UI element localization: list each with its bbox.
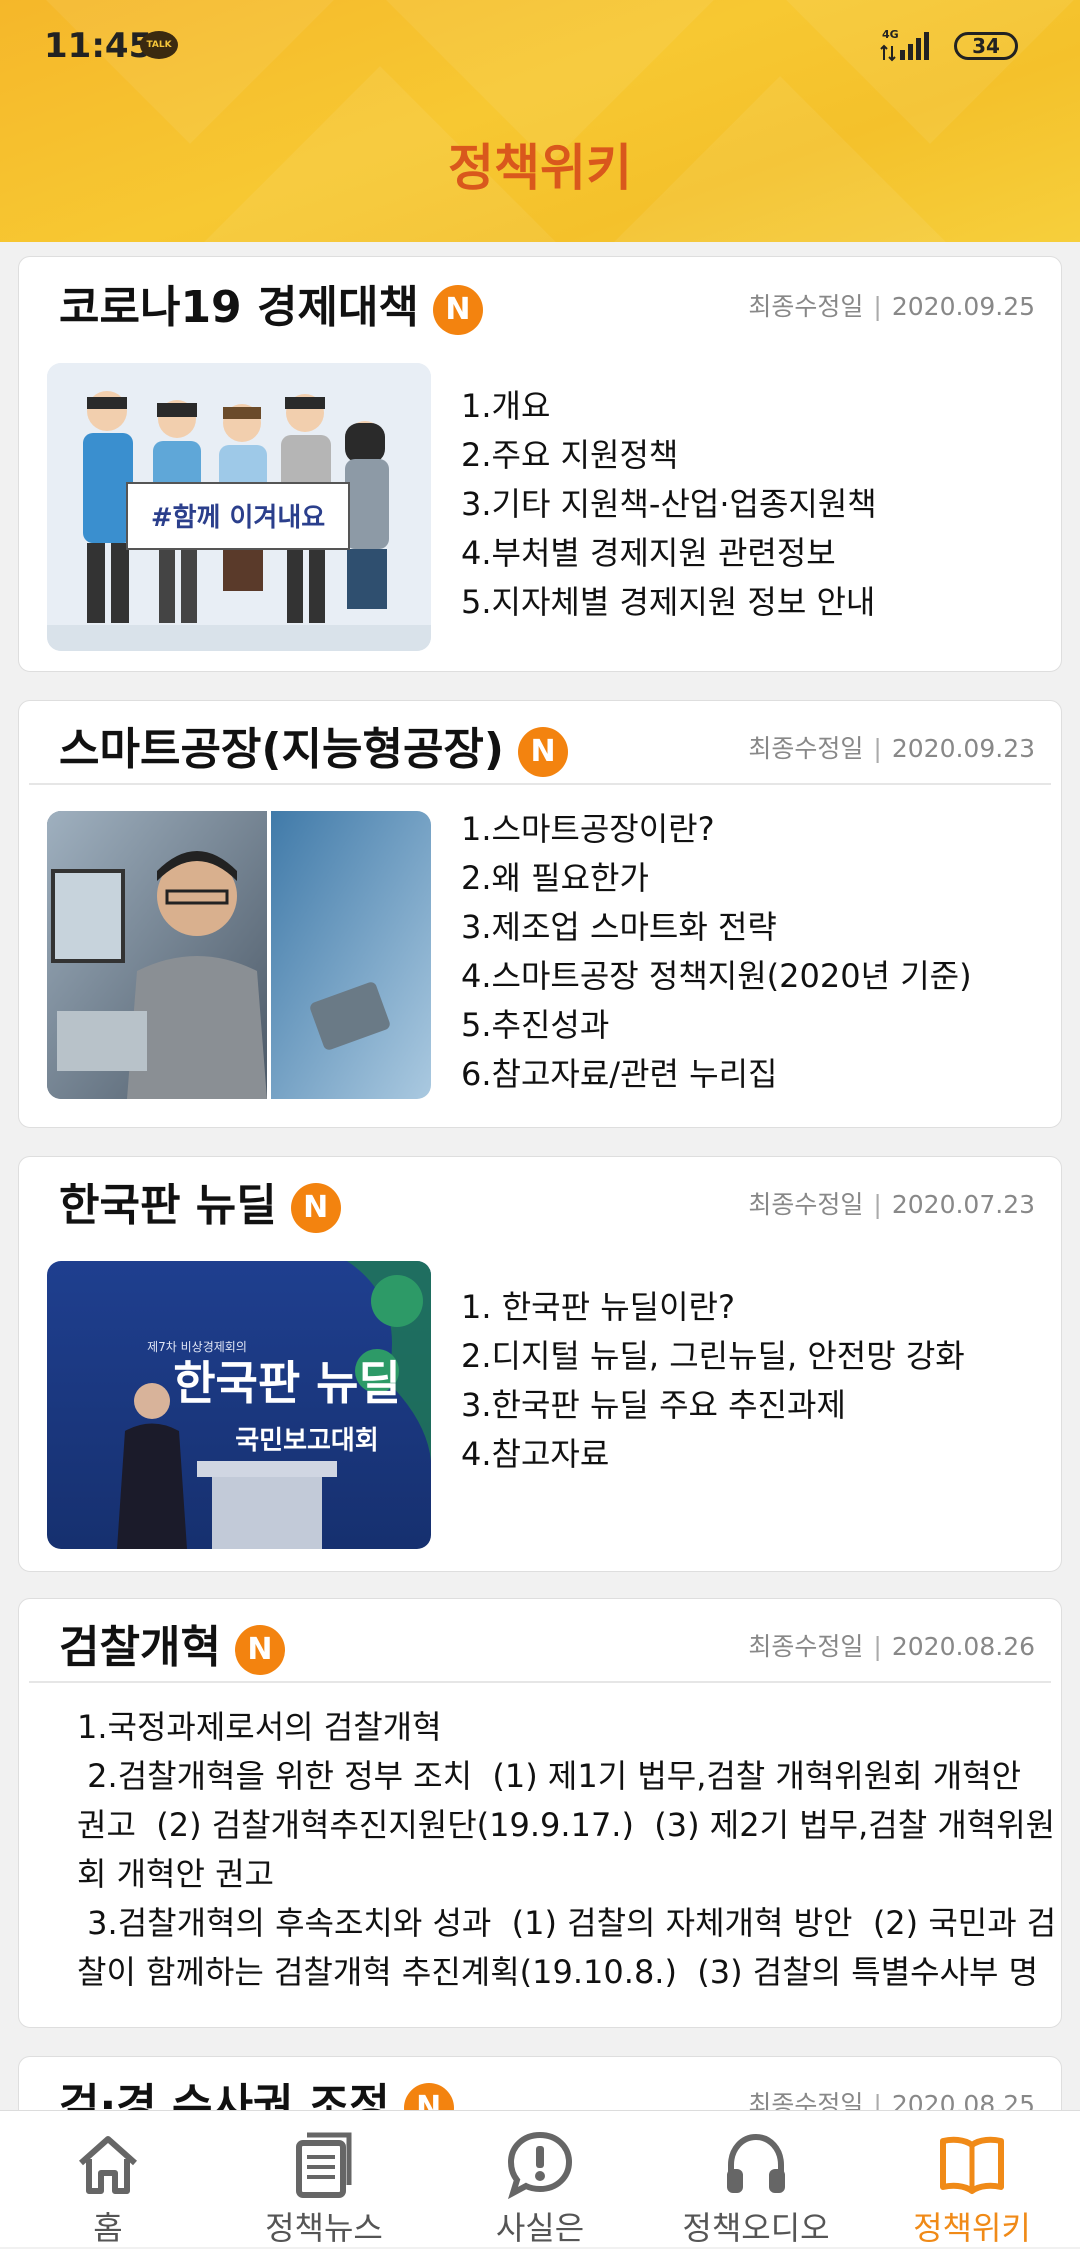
toc-item[interactable]: 1. 한국판 뉴딜이란? [461,1283,965,1332]
toc-item[interactable]: 5.지자체별 경제지원 정보 안내 [461,578,877,627]
thumbnail-caption-small: 제7차 비상경제회의 [147,1340,247,1354]
updated-date: 최종수정일 | 2020.08.26 [748,1632,1035,1661]
page-title: 정책위키 [448,139,632,197]
card-title-text: 검찰개혁 [59,1622,221,1673]
wiki-card[interactable]: 검찰개혁 N 최종수정일 | 2020.08.26 1.국정과제로서의 검찰개혁 2.… [18,1598,1062,2028]
toc-item[interactable]: 4.부처별 경제지원 관련정보 [461,529,877,578]
app-header: 11:45 TALK 4G 34 정책위키 [0,0,1080,242]
battery-indicator: 34 [954,32,1018,60]
svg-text:4G: 4G [882,28,899,41]
headphones-icon [727,2133,785,2193]
card-divider [29,783,1051,785]
summary-line: 회 개혁안 권고 [77,1855,274,1893]
toc-item[interactable]: 1.개요 [461,382,877,431]
news-icon [296,2132,352,2198]
new-badge: N [234,1625,285,1675]
card-title-text: 코로나19 경제대책 [59,282,419,333]
updated-date: 최종수정일 | 2020.09.23 [748,734,1035,763]
alert-icon [507,2131,573,2199]
nav-label: 정책위키 [913,2209,1031,2247]
toc-list: 1.스마트공장이란? 2.왜 필요한가 3.제조업 스마트화 전략 4.스마트공… [461,805,972,1099]
summary-line: 찰이 함께하는 검찰개혁 추진계획(19.10.8.) (3) 검찰의 특별수사… [77,1953,1039,1991]
newdeal-event-photo: 제7차 비상경제회의 한국판 뉴딜 국민보고대회 [47,1261,431,1549]
bottom-navigation: 홈 정책뉴스 사실은 정책오디오 정책위키 [0,2110,1080,2247]
updated-label: 최종수정일 [748,292,864,321]
nav-policy-audio[interactable]: 정책오디오 [648,2111,864,2247]
updated-label: 최종수정일 [748,1632,864,1661]
updated-date-value: 2020.09.25 [891,292,1035,321]
nav-label: 정책뉴스 [265,2209,383,2247]
summary-line: 3.검찰개혁의 후속조치와 성과 (1) 검찰의 자체개혁 방안 (2) 국민과… [77,1904,1057,1942]
toc-item[interactable]: 2.왜 필요한가 [461,854,972,903]
card-title-text: 한국판 뉴딜 [59,1180,277,1231]
toc-item[interactable]: 1.스마트공장이란? [461,805,972,854]
toc-item[interactable]: 3.한국판 뉴딜 주요 추진과제 [461,1381,965,1430]
card-title: 검찰개혁 N [59,1611,285,1675]
updated-date-value: 2020.07.23 [891,1190,1035,1219]
updated-date: 최종수정일 | 2020.07.23 [748,1190,1035,1219]
header-pattern [6,0,374,144]
updated-date-value: 2020.08.26 [891,1632,1035,1661]
book-icon [940,2136,1004,2194]
updated-label: 최종수정일 [748,734,864,763]
updated-date-value: 2020.09.23 [891,734,1035,763]
toc-item[interactable]: 3.기타 지원책-산업·업종지원책 [461,480,877,529]
new-badge: N [290,1183,341,1233]
card-thumbnail: #함께 이겨내요 [47,363,431,651]
summary-line: 1.국정과제로서의 검찰개혁 [77,1708,442,1746]
signal-icon: 4G [880,28,929,62]
summary-line: 2.검찰개혁을 위한 정부 조치 (1) 제1기 법무,검찰 개혁위원회 개혁안 [77,1757,1022,1795]
nav-label: 정책오디오 [682,2209,830,2247]
card-thumbnail [47,811,431,1099]
status-time: 11:45 [44,26,153,66]
people-illustration: #함께 이겨내요 [47,363,431,651]
thumbnail-caption-sub: 국민보고대회 [235,1426,379,1456]
nav-fact-check[interactable]: 사실은 [432,2111,648,2247]
card-thumbnail: 제7차 비상경제회의 한국판 뉴딜 국민보고대회 [47,1261,431,1549]
nav-policy-wiki[interactable]: 정책위키 [864,2111,1080,2247]
card-title: 스마트공장(지능형공장) N [59,713,569,777]
toc-item[interactable]: 4.참고자료 [461,1430,965,1479]
new-badge: N [518,727,569,777]
thumbnail-caption-big: 한국판 뉴딜 [173,1356,401,1410]
toc-list: 1.개요 2.주요 지원정책 3.기타 지원책-산업·업종지원책 4.부처별 경… [461,382,877,627]
nav-policy-news[interactable]: 정책뉴스 [216,2111,432,2247]
talk-icon: TALK [140,31,178,59]
card-divider [29,1681,1051,1683]
toc-item[interactable]: 2.디지털 뉴딜, 그린뉴딜, 안전망 강화 [461,1332,965,1381]
new-badge: N [432,285,483,335]
toc-item[interactable]: 6.참고자료/관련 누리집 [461,1050,972,1099]
factory-worker-photo [47,811,431,1099]
thumbnail-caption: #함께 이겨내요 [151,503,325,533]
summary-line: 권고 (2) 검찰개혁추진지원단(19.9.17.) (3) 제2기 법무,검찰… [77,1806,1056,1844]
wiki-card[interactable]: 스마트공장(지능형공장) N 최종수정일 | 2020.09.23 1.스마트공장이란… [18,700,1062,1128]
toc-item[interactable]: 4.스마트공장 정책지원(2020년 기준) [461,952,972,1001]
card-title-text: 스마트공장(지능형공장) [59,724,505,775]
toc-list: 1. 한국판 뉴딜이란? 2.디지털 뉴딜, 그린뉴딜, 안전망 강화 3.한국… [461,1283,965,1479]
toc-item[interactable]: 2.주요 지원정책 [461,431,877,480]
updated-label: 최종수정일 [748,1190,864,1219]
nav-home[interactable]: 홈 [0,2111,216,2247]
card-title: 한국판 뉴딜 N [59,1169,341,1233]
toc-item[interactable]: 5.추진성과 [461,1001,972,1050]
updated-date: 최종수정일 | 2020.09.25 [748,292,1035,321]
home-icon [79,2136,137,2194]
wiki-card[interactable]: 한국판 뉴딜 N 최종수정일 | 2020.07.23 제7차 비상경제회의 한국판 … [18,1156,1062,1572]
toc-item[interactable]: 3.제조업 스마트화 전략 [461,903,972,952]
nav-label: 사실은 [495,2209,585,2247]
card-summary: 1.국정과제로서의 검찰개혁 2.검찰개혁을 위한 정부 조치 (1) 제1기 … [77,1703,1057,1997]
nav-label: 홈 [93,2209,123,2247]
card-title: 코로나19 경제대책 N [59,271,483,335]
wiki-card[interactable]: 코로나19 경제대책 N 최종수정일 | 2020.09.25 #함께 이겨내요… [18,256,1062,672]
